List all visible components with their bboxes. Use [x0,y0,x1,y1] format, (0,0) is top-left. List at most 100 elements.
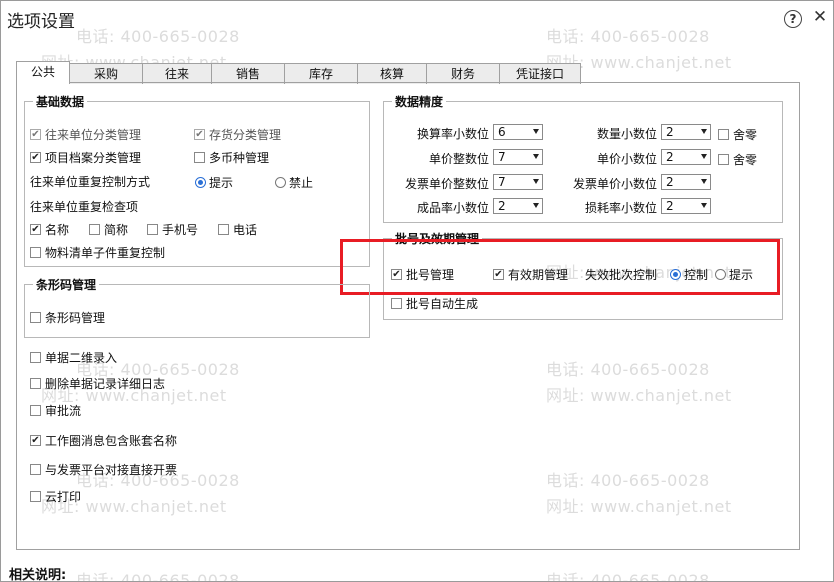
checkbox-label: 审批流 [45,404,82,418]
checkbox-label: 舍零 [733,153,758,167]
checkbox-label: 名称 [45,223,70,237]
delete-log-checkbox[interactable]: 删除单据记录详细日志 [30,375,165,392]
checkbox[interactable] [30,352,41,363]
checkbox[interactable]: ✔ [30,224,41,235]
barcode-mgmt-checkbox[interactable]: 条形码管理 [30,309,105,326]
checkbox[interactable] [30,464,41,475]
checkbox[interactable] [30,378,41,389]
select-value: 2 [666,150,674,164]
invoice-platform-checkbox[interactable]: 与发票平台对接直接开票 [30,461,177,478]
checkbox[interactable] [30,312,41,323]
help-icon[interactable]: ? [784,10,802,28]
project-category-mgmt-checkbox[interactable]: ✔ 项目档案分类管理 [30,149,141,166]
invoice-price-integer-digits-select[interactable]: 7 [493,174,543,190]
approval-flow-checkbox[interactable]: 审批流 [30,402,81,419]
customer-category-mgmt-checkbox[interactable]: ✔ 往来单位分类管理 [30,126,141,143]
tab-common[interactable]: 公共 [16,61,70,84]
precision-label: 换算率小数位 [416,127,489,141]
conversion-decimals-select[interactable]: 6 [493,124,543,140]
checkbox-label: 条形码管理 [45,311,106,325]
checkbox-label: 批号自动生成 [406,297,479,311]
loss-rate-decimals-select[interactable]: 2 [661,198,711,214]
checkbox[interactable]: ✔ [30,152,41,163]
watermark-phone: 电话: 400-665-0028 [546,27,710,46]
watermark-phone: 电话: 400-665-0028 [76,27,240,46]
radio[interactable] [195,177,206,188]
checkbox-label: 多币种管理 [209,151,270,165]
checkbox-label: 与发票平台对接直接开票 [45,463,178,477]
checkbox[interactable]: ✔ [194,129,205,140]
checkbox[interactable]: ✔ [30,435,41,446]
tab-finance[interactable]: 财务 [426,63,500,84]
checkbox-label: 云打印 [45,490,82,504]
inventory-category-mgmt-checkbox[interactable]: ✔ 存货分类管理 [194,126,281,143]
group-title: 条形码管理 [33,276,100,293]
invoice-price-decimals-select[interactable]: 2 [661,174,711,190]
checkbox[interactable] [718,154,729,165]
checkbox-label: 物料清单子件重复控制 [45,246,166,260]
work-circle-account-name-checkbox[interactable]: ✔ 工作圈消息包含账套名称 [30,432,177,449]
checkbox-label: 删除单据记录详细日志 [45,377,166,391]
checkbox[interactable] [30,405,41,416]
precision-label: 成品率小数位 [416,201,489,215]
checkbox[interactable] [391,298,402,309]
tab-voucher-interface[interactable]: 凭证接口 [499,63,581,84]
check-mobile-checkbox[interactable]: 手机号 [147,221,198,238]
batch-auto-gen-checkbox[interactable]: 批号自动生成 [391,295,478,312]
cloud-print-checkbox[interactable]: 云打印 [30,488,81,505]
group-title: 基础数据 [33,93,88,110]
precision-label: 数量小数位 [596,127,657,141]
tab-sales[interactable]: 销售 [211,63,285,84]
quantity-round-checkbox[interactable]: 舍零 [718,126,757,143]
checkbox[interactable] [718,129,729,140]
tab-transactions[interactable]: 往来 [142,63,212,84]
checkbox[interactable]: ✔ [30,129,41,140]
quantity-decimals-select[interactable]: 2 [661,124,711,140]
price-decimals-select[interactable]: 2 [661,149,711,165]
checkbox[interactable] [30,491,41,502]
select-value: 2 [666,175,674,189]
dup-control-label: 往来单位重复控制方式 [30,175,151,189]
checkbox[interactable] [89,224,100,235]
dropdown-arrow-icon [533,179,539,184]
checkbox-label: 往来单位分类管理 [45,128,142,142]
dropdown-arrow-icon [701,179,707,184]
select-value: 2 [498,199,506,213]
dup-check-label: 往来单位重复检查项 [30,200,139,214]
checkbox-label: 舍零 [733,128,758,142]
dialog-title: 选项设置 [7,12,75,32]
checkbox[interactable] [30,247,41,258]
highlight-annotation [340,239,780,295]
price-integer-digits-select[interactable]: 7 [493,149,543,165]
material-dup-control-checkbox[interactable]: 物料清单子件重复控制 [30,244,165,261]
tab-accounting[interactable]: 核算 [357,63,427,84]
checkbox[interactable] [147,224,158,235]
dup-control-prompt-radio[interactable]: 提示 [195,174,233,191]
precision-label: 发票单价整数位 [404,177,489,191]
radio[interactable] [275,177,286,188]
select-value: 6 [498,125,506,139]
tab-inventory[interactable]: 库存 [284,63,358,84]
check-name-checkbox[interactable]: ✔ 名称 [30,221,69,238]
check-phone-checkbox[interactable]: 电话 [218,221,257,238]
dropdown-arrow-icon [701,203,707,208]
yield-decimals-select[interactable]: 2 [493,198,543,214]
check-shortname-checkbox[interactable]: 简称 [89,221,128,238]
precision-label: 单价整数位 [428,152,489,166]
checkbox[interactable] [194,152,205,163]
checkbox[interactable] [218,224,229,235]
price-round-checkbox[interactable]: 舍零 [718,151,757,168]
close-icon[interactable]: ✕ [811,7,829,27]
doc-2d-entry-checkbox[interactable]: 单据二维录入 [30,349,117,366]
multi-currency-checkbox[interactable]: 多币种管理 [194,149,269,166]
radio-label: 提示 [209,176,234,190]
precision-label: 损耗率小数位 [584,201,657,215]
select-value: 2 [666,125,674,139]
checkbox-label: 简称 [104,223,129,237]
checkbox-label: 项目档案分类管理 [45,151,142,165]
dup-control-forbid-radio[interactable]: 禁止 [275,174,313,191]
select-value: 7 [498,150,506,164]
tab-purchase[interactable]: 采购 [69,63,143,84]
dropdown-arrow-icon [701,129,707,134]
watermark-phone: 电话: 400-665-0028 [76,571,240,582]
